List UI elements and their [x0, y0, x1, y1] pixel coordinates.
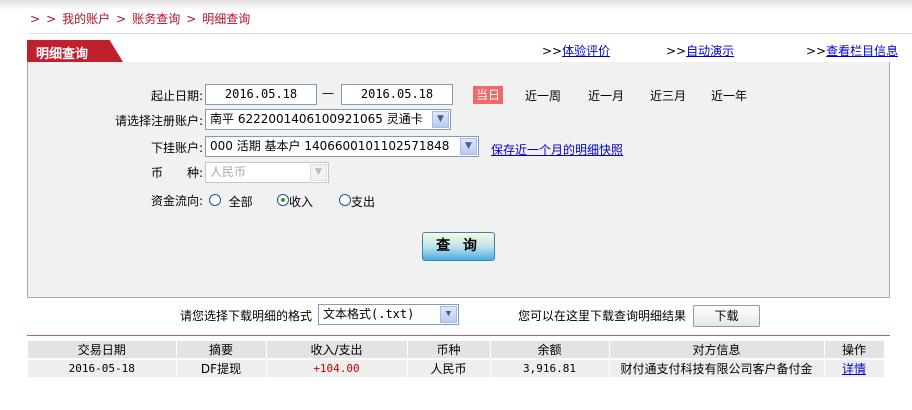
selected-value: 南平 6222001406100921065 灵通卡	[210, 112, 423, 126]
date-label: 起止日期:	[150, 89, 203, 103]
cell-amount: +104.00	[266, 359, 408, 379]
cell-summary: DF提现	[176, 359, 267, 379]
download-button[interactable]: 下载	[693, 305, 760, 327]
tab-detail-query[interactable]: 明细查询	[27, 40, 123, 62]
breadcrumb-detail-query: 明细查询	[202, 12, 251, 26]
breadcrumb-arrow: >	[186, 12, 197, 26]
detail-link[interactable]: 详情	[824, 359, 885, 379]
flow-label: 资金流向:	[150, 194, 203, 208]
radio-checked-icon	[277, 194, 289, 206]
format-label: 请您选择下载明细的格式	[180, 309, 313, 323]
sub-account-label: 下挂账户:	[150, 141, 203, 155]
radio-icon	[339, 194, 351, 206]
range-year[interactable]: 近一年	[711, 87, 747, 104]
selected-value: 文本格式(.txt)	[323, 307, 415, 321]
flow-all-radio[interactable]: 全部	[209, 193, 253, 210]
divider	[29, 33, 912, 34]
start-date-input[interactable]: 2016.05.18	[205, 84, 317, 105]
detail-table: 交易日期 摘要 收入/支出 币种 余额 对方信息 操作 2016-05-18 D…	[28, 341, 885, 379]
col-date: 交易日期	[28, 341, 177, 360]
range-week[interactable]: 近一周	[525, 87, 561, 104]
flow-expense-radio[interactable]: 支出	[339, 193, 375, 210]
format-select[interactable]: 文本格式(.txt) ▼	[318, 304, 459, 325]
link-column-info[interactable]: >>查看栏目信息	[806, 42, 898, 59]
currency-label: 币 种:	[150, 166, 203, 180]
breadcrumb-my-account[interactable]: 我的账户	[62, 12, 110, 26]
range-three-months[interactable]: 近三月	[650, 87, 686, 104]
chevron-down-icon: ▼	[440, 306, 457, 323]
col-summary: 摘要	[176, 341, 267, 360]
end-date-input[interactable]: 2016.05.18	[341, 84, 453, 105]
cell-counterparty: 财付通支付科技有限公司客户备付金	[609, 359, 825, 379]
radio-icon	[209, 194, 221, 206]
top-shade	[0, 0, 912, 10]
cell-balance: 3,916.81	[490, 359, 610, 379]
col-balance: 余额	[490, 341, 610, 360]
divider	[27, 335, 890, 336]
col-action: 操作	[824, 341, 885, 360]
breadcrumb: > > 我的账户 > 账务查询 > 明细查询	[30, 10, 256, 27]
selected-value: 人民币	[210, 165, 247, 179]
selected-value: 000 活期 基本户 1406600101102571848	[210, 139, 450, 153]
currency-select: 人民币 ▼	[205, 162, 329, 183]
link-auto-demo[interactable]: >>自动演示	[666, 42, 734, 59]
table-header: 交易日期 摘要 收入/支出 币种 余额 对方信息 操作	[28, 341, 885, 360]
breadcrumb-account-query[interactable]: 账务查询	[132, 12, 180, 26]
query-button[interactable]: 查 询	[422, 232, 495, 261]
chevron-down-icon: ▼	[460, 138, 477, 155]
breadcrumb-arrow: >	[116, 12, 127, 26]
chevron-down-icon: ▼	[310, 164, 327, 181]
reg-account-label: 请选择注册账户:	[114, 114, 203, 128]
flow-income-radio[interactable]: 收入	[277, 193, 313, 210]
cell-currency: 人民币	[407, 359, 491, 379]
cell-date: 2016-05-18	[28, 359, 177, 379]
reg-account-select[interactable]: 南平 6222001406100921065 灵通卡 ▼	[205, 109, 451, 130]
date-dash: —	[322, 86, 334, 100]
table-row: 2016-05-18 DF提现 +104.00 人民币 3,916.81 财付通…	[28, 359, 885, 379]
link-feedback[interactable]: >>体验评价	[542, 42, 610, 59]
col-amount: 收入/支出	[266, 341, 408, 360]
chevron-down-icon: ▼	[432, 111, 449, 128]
range-month[interactable]: 近一月	[588, 87, 624, 104]
download-hint: 您可以在这里下载查询明细结果	[518, 309, 687, 323]
col-currency: 币种	[407, 341, 491, 360]
col-counterparty: 对方信息	[609, 341, 825, 360]
range-today[interactable]: 当日	[473, 86, 503, 104]
save-snapshot-link[interactable]: 保存近一个月的明细快照	[491, 141, 623, 158]
breadcrumb-arrow: >	[30, 12, 41, 26]
breadcrumb-arrow: >	[46, 12, 57, 26]
sub-account-select[interactable]: 000 活期 基本户 1406600101102571848 ▼	[205, 136, 479, 157]
